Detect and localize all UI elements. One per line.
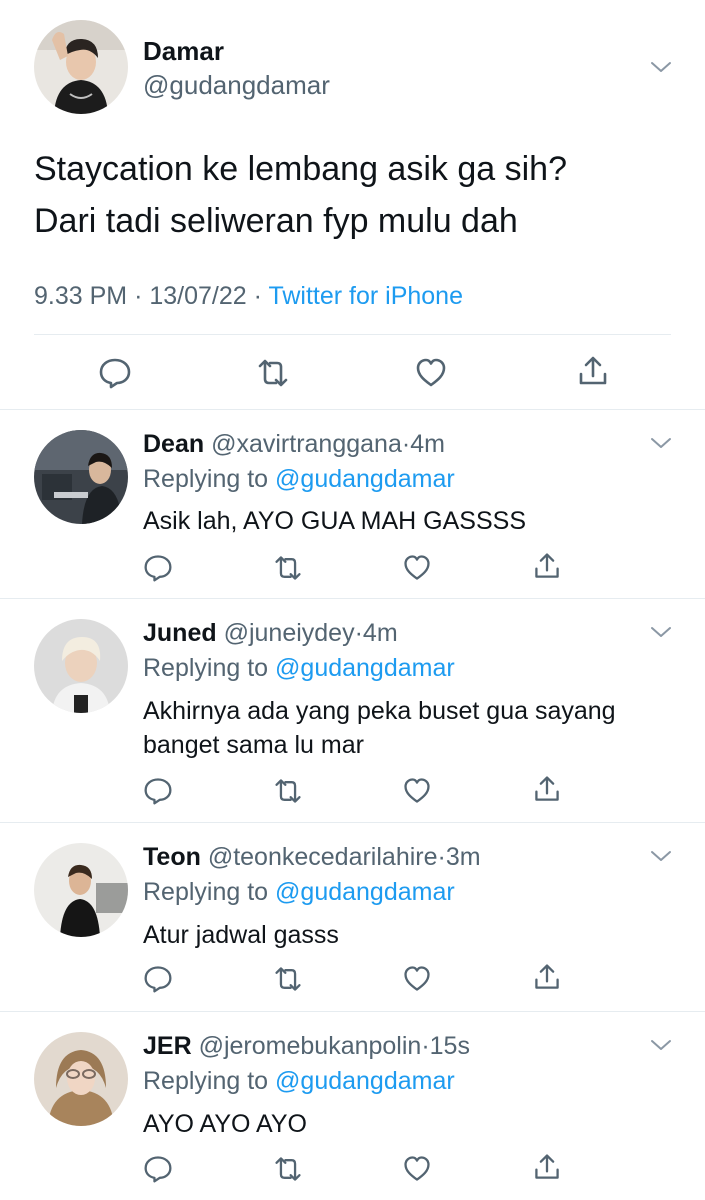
tweet-time: 9.33 PM [34, 282, 128, 310]
reply-header: Juned @juneiydey·4m [143, 619, 398, 648]
meta-separator: · [437, 843, 446, 871]
main-tweet: Damar @gudangdamar Staycation ke lembang… [0, 0, 705, 410]
reply-icon[interactable] [143, 964, 173, 994]
chevron-down-icon[interactable] [650, 625, 672, 639]
meta-separator: · [421, 1032, 430, 1060]
like-icon[interactable] [402, 964, 432, 994]
avatar[interactable] [34, 619, 128, 713]
reply-icon[interactable] [98, 356, 132, 390]
reply-header: Teon @teonkecedarilahire·3m [143, 843, 481, 872]
replying-to-label: Replying to [143, 1067, 269, 1095]
tweet-source-link[interactable]: Twitter for iPhone [268, 282, 463, 310]
mention-link[interactable]: @gudangdamar [275, 654, 455, 682]
share-icon[interactable] [576, 354, 610, 388]
like-icon[interactable] [414, 356, 448, 390]
author-name[interactable]: JER [143, 1032, 192, 1060]
share-icon[interactable] [532, 962, 562, 992]
share-icon[interactable] [532, 551, 562, 581]
reply-text: Atur jadwal gasss [143, 921, 339, 949]
meta-separator: · [354, 619, 363, 647]
reply-time: 15s [429, 1032, 470, 1060]
retweet-icon[interactable] [256, 356, 290, 390]
replying-to-label: Replying to [143, 654, 269, 682]
retweet-icon[interactable] [273, 776, 303, 806]
tweet-text: Staycation ke lembang asik ga sih? Dari … [34, 143, 674, 247]
replying-to: Replying to @gudangdamar [143, 1067, 455, 1096]
retweet-icon[interactable] [273, 553, 303, 583]
divider [34, 334, 671, 335]
reply-tweet[interactable]: Juned @juneiydey·4m Replying to @gudangd… [0, 599, 705, 823]
tweet-meta: 9.33 PM · 13/07/22 · Twitter for iPhone [34, 282, 463, 311]
retweet-icon[interactable] [273, 1154, 303, 1184]
author-handle[interactable]: @teonkecedarilahire [208, 843, 438, 871]
mention-link[interactable]: @gudangdamar [275, 878, 455, 906]
reply-icon[interactable] [143, 776, 173, 806]
author-handle[interactable]: @jeromebukanpolin [199, 1032, 422, 1060]
share-icon[interactable] [532, 1152, 562, 1182]
reply-time: 3m [445, 843, 481, 871]
reply-time: 4m [362, 619, 398, 647]
chevron-down-icon[interactable] [650, 60, 672, 74]
retweet-icon[interactable] [273, 964, 303, 994]
reply-tweet[interactable]: Dean @xavirtranggana·4m Replying to @gud… [0, 410, 705, 599]
author-name[interactable]: Dean [143, 430, 204, 458]
reply-header: Dean @xavirtranggana·4m [143, 430, 445, 459]
tweet-text-line: Staycation ke lembang asik ga sih? [34, 150, 567, 188]
reply-icon[interactable] [143, 1154, 173, 1184]
author-handle[interactable]: @juneiydey [224, 619, 355, 647]
meta-separator: · [401, 430, 411, 458]
share-icon[interactable] [532, 774, 562, 804]
like-icon[interactable] [402, 553, 432, 583]
author-name[interactable]: Teon [143, 843, 201, 871]
author-name[interactable]: Damar [143, 36, 224, 67]
avatar[interactable] [34, 430, 128, 524]
reply-text: Akhirnya ada yang peka buset gua sayang … [143, 697, 616, 759]
like-icon[interactable] [402, 1154, 432, 1184]
like-icon[interactable] [402, 776, 432, 806]
reply-tweet[interactable]: Teon @teonkecedarilahire·3m Replying to … [0, 823, 705, 1012]
avatar[interactable] [34, 843, 128, 937]
replying-to: Replying to @gudangdamar [143, 465, 455, 494]
author-name[interactable]: Juned [143, 619, 217, 647]
chevron-down-icon[interactable] [650, 849, 672, 863]
replying-to-label: Replying to [143, 878, 269, 906]
mention-link[interactable]: @gudangdamar [275, 465, 455, 493]
reply-header: JER @jeromebukanpolin·15s [143, 1032, 470, 1061]
chevron-down-icon[interactable] [650, 1038, 672, 1052]
reply-time: 4m [410, 430, 445, 458]
mention-link[interactable]: @gudangdamar [275, 1067, 455, 1095]
replying-to: Replying to @gudangdamar [143, 654, 455, 683]
reply-text: AYO AYO AYO [143, 1110, 307, 1138]
reply-text: Asik lah, AYO GUA MAH GASSSS [143, 507, 526, 535]
author-handle[interactable]: @xavirtranggana [211, 430, 402, 458]
tweet-date: 13/07/22 [149, 282, 247, 310]
reply-icon[interactable] [143, 553, 173, 583]
chevron-down-icon[interactable] [650, 436, 672, 450]
replying-to: Replying to @gudangdamar [143, 878, 455, 907]
author-handle[interactable]: @gudangdamar [143, 70, 330, 101]
tweet-text-line: Dari tadi seliweran fyp mulu dah [34, 202, 518, 240]
avatar[interactable] [34, 20, 128, 114]
meta-separator: · [253, 282, 262, 310]
avatar[interactable] [34, 1032, 128, 1126]
meta-separator: · [134, 282, 143, 310]
replying-to-label: Replying to [143, 465, 269, 493]
reply-tweet[interactable]: JER @jeromebukanpolin·15s Replying to @g… [0, 1012, 705, 1200]
